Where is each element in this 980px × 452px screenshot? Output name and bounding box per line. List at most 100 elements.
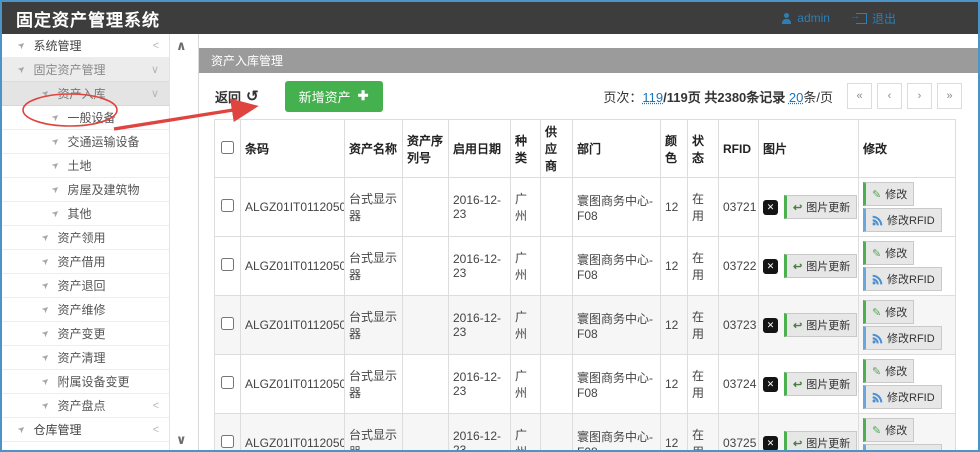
undo-icon: ↺ <box>246 87 259 105</box>
row-checkbox[interactable] <box>221 376 234 389</box>
nav-arrow-icon: ➤ <box>15 39 28 52</box>
back-button[interactable]: 返回 ↺ <box>215 87 259 106</box>
pic-update-label: 图片更新 <box>806 376 850 392</box>
cell-date: 2016-12-23 <box>449 355 511 414</box>
cell-status: 在用 <box>688 178 719 237</box>
column-header-10: 图片 <box>759 120 859 178</box>
sidebar-item-16[interactable]: ➤仓库管理< <box>2 418 169 442</box>
cell-date: 2016-12-23 <box>449 237 511 296</box>
logout-link[interactable]: 退出 <box>856 10 896 27</box>
scroll-down-icon[interactable]: ∨ <box>176 432 187 448</box>
reply-arrow-icon: ↩ <box>793 260 802 273</box>
edit-rfid-label: 修改RFID <box>887 271 935 287</box>
row-checkbox[interactable] <box>221 435 234 448</box>
sidebar-item-11[interactable]: ➤资产维修 <box>2 298 169 322</box>
edit-rfid-label: 修改RFID <box>887 212 935 228</box>
pic-update-button[interactable]: ↩图片更新 <box>784 195 857 219</box>
sidebar-item-4[interactable]: ➤交通运输设备 <box>2 130 169 154</box>
cell-serial <box>403 178 449 237</box>
sidebar-item-0[interactable]: ➤系统管理< <box>2 34 169 58</box>
column-header-4: 种类 <box>511 120 541 178</box>
no-image-icon: ✕ <box>763 436 778 451</box>
app-window: 固定资产管理系统 admin 退出 ➤系统管理<➤固定资产管理∨➤资产入库∨➤一… <box>0 0 980 452</box>
sidebar-item-2[interactable]: ➤资产入库∨ <box>2 82 169 106</box>
reply-arrow-icon: ↩ <box>793 378 802 391</box>
edit-button[interactable]: ✎修改 <box>863 241 914 265</box>
edit-button[interactable]: ✎ 修改 <box>863 359 914 383</box>
user-menu[interactable]: admin <box>781 11 830 25</box>
sidebar-item-5[interactable]: ➤土地 <box>2 154 169 178</box>
cell-barcode: ALGZ01IT0112050018 <box>241 414 345 452</box>
pic-update-button[interactable]: ↩ 图片更新 <box>784 372 857 396</box>
first-page-button[interactable]: « <box>847 83 872 109</box>
nav-arrow-icon: ➤ <box>39 255 52 268</box>
sidebar-item-8[interactable]: ➤资产领用 <box>2 226 169 250</box>
asset-table: 条码资产名称资产序列号启用日期种类供应商部门颜色状态RFID图片修改 ALGZ0… <box>214 119 956 452</box>
edit-rfid-button[interactable]: 修改RFID <box>863 444 942 452</box>
no-image-icon: ✕ <box>763 318 778 333</box>
sidebar-item-6[interactable]: ➤房屋及建筑物 <box>2 178 169 202</box>
edit-label: 修改 <box>885 304 907 320</box>
edit-label: 修改 <box>885 363 907 379</box>
add-asset-label: 新增资产 <box>299 87 351 106</box>
current-page-link[interactable]: 119 <box>642 90 663 105</box>
page-size-suffix: 条/页 <box>803 90 833 105</box>
nav-arrow-icon: ➤ <box>49 135 62 148</box>
cell-rfid: 03725 <box>719 414 759 452</box>
sidebar-item-9[interactable]: ➤资产借用 <box>2 250 169 274</box>
edit-rfid-label: 修改RFID <box>887 389 935 405</box>
edit-pencil-icon: ✎ <box>872 365 881 378</box>
total-pages: /119页 <box>663 90 701 105</box>
pagination: 页次：119/119页 共2380条记录 20条/页 «‹›» <box>603 83 962 109</box>
logout-label: 退出 <box>872 10 896 27</box>
sidebar-item-7[interactable]: ➤其他 <box>2 202 169 226</box>
pic-update-button[interactable]: ↩图片更新 <box>784 254 857 278</box>
nav-arrow-icon: ➤ <box>15 63 28 76</box>
edit-button[interactable]: ✎修改 <box>863 418 914 442</box>
next-page-button[interactable]: › <box>907 83 932 109</box>
edit-label: 修改 <box>885 245 907 261</box>
row-checkbox[interactable] <box>221 317 234 330</box>
sidebar-item-12[interactable]: ➤资产变更 <box>2 322 169 346</box>
sidebar-item-3[interactable]: ➤一般设备 <box>2 106 169 130</box>
sidebar-scrollbar[interactable]: ∧ ∨ <box>170 34 198 450</box>
table-row-2: ALGZ01IT0112050016台式显示器2016-12-23广州寰图商务中… <box>215 296 956 355</box>
pic-update-button[interactable]: ↩图片更新 <box>784 431 857 452</box>
row-checkbox[interactable] <box>221 258 234 271</box>
table-row-3: ALGZ01IT0112050017台式显示器2016-12-23广州寰图商务中… <box>215 355 956 414</box>
add-asset-button[interactable]: 新增资产 ✚ <box>285 81 383 112</box>
scroll-up-icon[interactable]: ∧ <box>176 38 187 54</box>
sidebar-item-1[interactable]: ➤固定资产管理∨ <box>2 58 169 82</box>
page-info: 页次：119/119页 共2380条记录 20条/页 <box>603 87 833 106</box>
page-size-link[interactable]: 20 <box>789 90 803 105</box>
last-page-button[interactable]: » <box>937 83 962 109</box>
edit-pencil-icon: ✎ <box>872 306 881 319</box>
sidebar-item-label: 资产退回 <box>58 277 106 294</box>
pic-update-button[interactable]: ↩图片更新 <box>784 313 857 337</box>
select-all-checkbox[interactable] <box>221 141 234 154</box>
sidebar-item-10[interactable]: ➤资产退回 <box>2 274 169 298</box>
no-image-icon: ✕ <box>763 259 778 274</box>
prev-page-button[interactable]: ‹ <box>877 83 902 109</box>
edit-button[interactable]: ✎修改 <box>863 182 914 206</box>
cell-serial <box>403 414 449 452</box>
edit-rfid-button[interactable]: 修改RFID <box>863 267 942 291</box>
nav-arrow-icon: ➤ <box>39 351 52 364</box>
sidebar: ➤系统管理<➤固定资产管理∨➤资产入库∨➤一般设备➤交通运输设备➤土地➤房屋及建… <box>2 34 170 450</box>
cell-name: 台式显示器 <box>345 296 403 355</box>
cell-rfid: 03722 <box>719 237 759 296</box>
sidebar-item-15[interactable]: ➤资产盘点< <box>2 394 169 418</box>
sidebar-item-label: 仓库管理 <box>34 421 82 438</box>
row-checkbox[interactable] <box>221 199 234 212</box>
edit-rfid-button[interactable]: 修改RFID <box>863 385 942 409</box>
edit-rfid-button[interactable]: 修改RFID <box>863 208 942 232</box>
cell-category: 广州 <box>511 355 541 414</box>
sidebar-item-14[interactable]: ➤附属设备变更 <box>2 370 169 394</box>
sidebar-item-13[interactable]: ➤资产清理 <box>2 346 169 370</box>
cell-serial <box>403 237 449 296</box>
sidebar-item-label: 固定资产管理 <box>34 61 106 78</box>
nav-arrow-icon: ➤ <box>39 231 52 244</box>
edit-rfid-button[interactable]: 修改RFID <box>863 326 942 350</box>
edit-button[interactable]: ✎ 修改 <box>863 300 914 324</box>
table-header-row: 条码资产名称资产序列号启用日期种类供应商部门颜色状态RFID图片修改 <box>215 120 956 178</box>
